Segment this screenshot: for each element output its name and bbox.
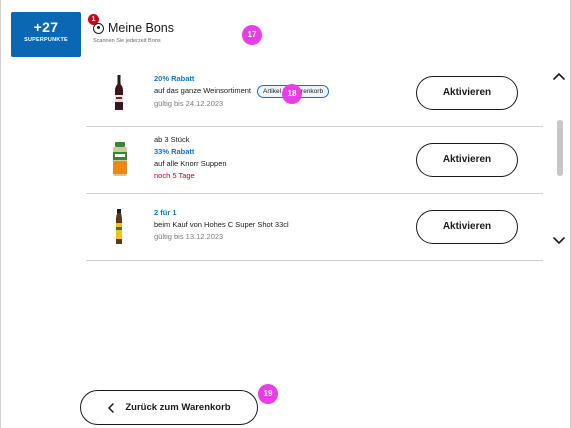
page-title: Meine Bons <box>108 21 175 35</box>
chevron-left-icon <box>108 402 115 413</box>
coupon-tag-icon <box>93 22 104 34</box>
coupon-discount: 33% Rabatt <box>154 147 195 156</box>
back-button-label: Zurück zum Warenkorb <box>125 402 231 413</box>
scroll-up-icon[interactable] <box>553 71 565 83</box>
coupon-list: 20% Rabatt auf das ganze Weinsortiment Ar… <box>86 60 543 261</box>
coupon-text: 2 für 1 beim Kauf von Hohes C Super Shot… <box>154 207 289 243</box>
points-label: SUPERPUNKTE <box>24 37 68 43</box>
coupon-text: 20% Rabatt auf das ganze Weinsortiment Ar… <box>154 73 330 110</box>
coupon-item: 20% Rabatt auf das ganze Weinsortiment Ar… <box>86 60 543 127</box>
coupon-validity: gültig bis 24.12.2023 <box>154 99 224 108</box>
coupon-discount: 2 für 1 <box>154 208 177 217</box>
coupon-validity: gültig bis 13.12.2023 <box>154 232 224 241</box>
back-to-cart-button[interactable]: Zurück zum Warenkorb <box>80 390 258 425</box>
superpunkte-badge[interactable]: +27 SUPERPUNKTE <box>11 12 81 57</box>
coupon-description: auf alle Knorr Suppen <box>154 159 227 168</box>
scrollbar-thumb[interactable] <box>557 120 563 176</box>
coupon-item: 2 für 1 beim Kauf von Hohes C Super Shot… <box>86 194 543 261</box>
coupon-discount: 20% Rabatt <box>154 74 195 83</box>
points-value: +27 <box>33 19 59 35</box>
activate-button[interactable]: Aktivieren <box>416 76 518 110</box>
activate-button[interactable]: Aktivieren <box>416 143 518 177</box>
annotation-marker-19: 19 <box>258 384 278 404</box>
activate-button[interactable]: Aktivieren <box>416 210 518 244</box>
coupon-text: ab 3 Stück 33% Rabatt auf alle Knorr Sup… <box>154 134 227 182</box>
juice-bottle-icon <box>116 209 122 244</box>
wine-bottle-icon <box>115 75 123 110</box>
annotation-marker-17: 17 <box>242 25 262 45</box>
annotation-marker-18: 18 <box>282 84 302 104</box>
coupon-description: auf das ganze WeinsortimentArtikel im Wa… <box>154 85 330 98</box>
page-subtitle: Scannen Sie jederzeit Bons <box>93 38 161 44</box>
soup-jar-icon <box>113 142 127 176</box>
scroll-down-icon[interactable] <box>553 234 565 246</box>
page-header: 1 Meine Bons Scannen Sie jederzeit Bons <box>88 14 175 44</box>
coupon-description-text: auf das ganze Weinsortiment <box>154 86 251 95</box>
coupon-condition: ab 3 Stück <box>154 135 190 144</box>
coupon-description: beim Kauf von Hohes C Super Shot 33cl <box>154 220 289 229</box>
coupon-validity: noch 5 Tage <box>154 171 195 180</box>
coupon-item: ab 3 Stück 33% Rabatt auf alle Knorr Sup… <box>86 127 543 194</box>
